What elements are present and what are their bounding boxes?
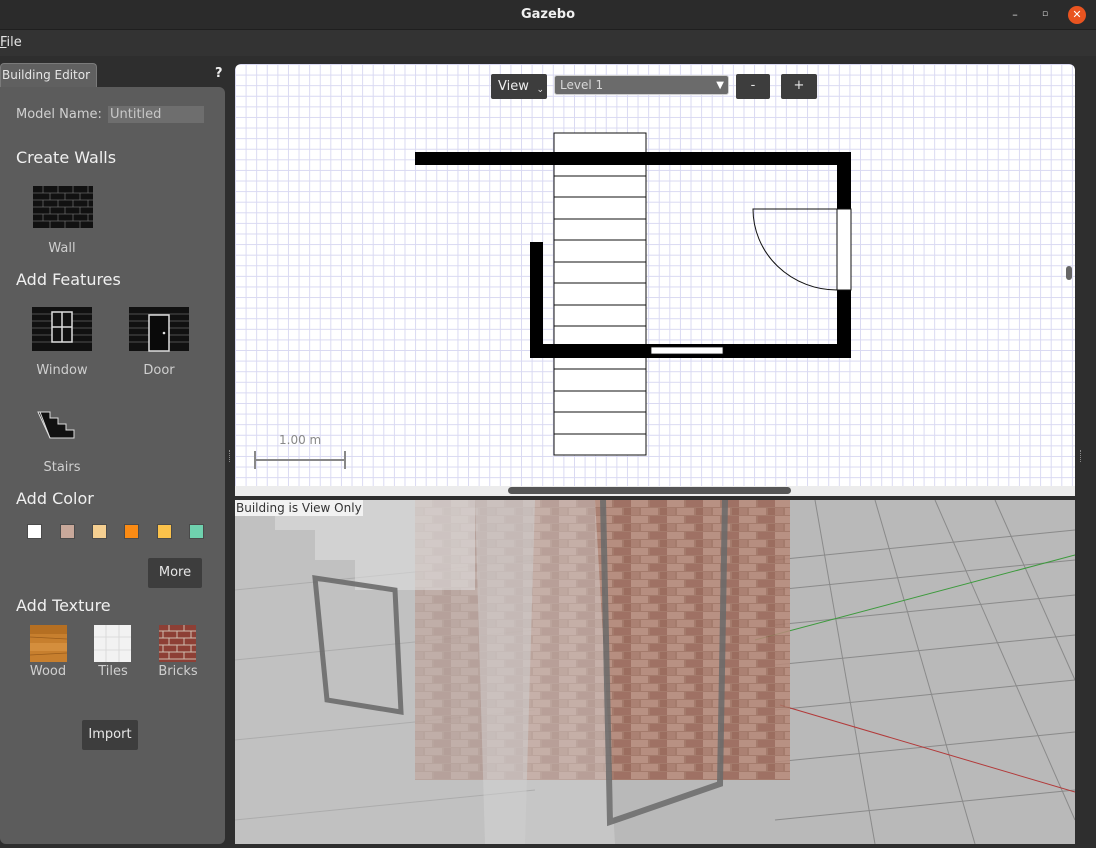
dropdown-arrow-icon: ▼	[716, 80, 724, 91]
bottom-border	[0, 844, 1096, 848]
floor-plan	[254, 132, 852, 469]
zoom-out-button[interactable]: -	[736, 74, 770, 99]
right-gutter	[1075, 64, 1087, 488]
minimize-button[interactable]: –	[1006, 6, 1024, 24]
bricks-texture-icon[interactable]	[159, 625, 196, 662]
menu-bar: File	[0, 30, 1096, 56]
menu-file-label: ile	[6, 35, 22, 50]
floor-plan-door[interactable]	[752, 208, 852, 291]
level-select[interactable]: Level 1 ▼	[554, 75, 729, 95]
more-colors-button[interactable]: More	[148, 558, 202, 588]
view-only-status: Building is View Only	[235, 500, 363, 516]
import-button[interactable]: Import	[82, 720, 138, 750]
panel-splitter-handle[interactable]	[229, 450, 231, 462]
wall-tool-icon[interactable]	[30, 184, 94, 230]
add-color-title: Add Color	[16, 489, 94, 508]
preview-3d-scene	[235, 500, 1075, 844]
floor-plan-stairs[interactable]	[553, 132, 647, 456]
color-swatch-mint[interactable]	[189, 524, 204, 539]
tiles-label: Tiles	[98, 664, 128, 679]
door-tool-icon[interactable]	[128, 306, 190, 352]
bricks-label: Bricks	[158, 664, 198, 679]
color-swatch-tan[interactable]	[92, 524, 107, 539]
color-swatch-amber[interactable]	[157, 524, 172, 539]
stairs-label: Stairs	[43, 460, 81, 475]
tab-building-editor[interactable]: Building Editor	[0, 63, 97, 87]
horizontal-scroll-thumb[interactable]	[508, 487, 791, 494]
floor-plan-window[interactable]	[650, 346, 724, 355]
close-button[interactable]: ✕	[1068, 6, 1086, 24]
view-dropdown[interactable]: View ⌄	[491, 74, 547, 99]
add-features-title: Add Features	[16, 270, 121, 289]
level-select-value: Level 1	[560, 78, 604, 92]
wall-label: Wall	[48, 241, 76, 256]
color-swatch-orange[interactable]	[124, 524, 139, 539]
stairs-tool-icon[interactable]	[36, 408, 80, 442]
wood-texture-icon[interactable]	[30, 625, 67, 662]
window-tool-icon[interactable]	[31, 306, 93, 352]
window-label: Window	[36, 363, 88, 378]
help-button[interactable]: ?	[215, 66, 223, 81]
add-texture-title: Add Texture	[16, 596, 111, 615]
menu-file[interactable]: File	[0, 35, 22, 50]
preview-3d-viewport[interactable]	[235, 500, 1075, 844]
scale-bar	[254, 451, 346, 469]
title-bar: Gazebo – ▫ ✕	[0, 0, 1096, 30]
door-label: Door	[143, 363, 175, 378]
tiles-texture-icon[interactable]	[94, 625, 131, 662]
vertical-scroll-thumb[interactable]	[1066, 266, 1072, 280]
chevron-down-icon: ⌄	[536, 85, 544, 95]
color-swatch-white[interactable]	[27, 524, 42, 539]
right-splitter-handle[interactable]	[1080, 450, 1082, 462]
zoom-in-button[interactable]: +	[781, 74, 817, 99]
maximize-button[interactable]: ▫	[1036, 6, 1054, 24]
editor-2d-canvas[interactable]: 1.00 m	[235, 64, 1075, 488]
model-name-field[interactable]	[108, 106, 204, 123]
view-dropdown-label: View	[498, 79, 529, 94]
model-name-label: Model Name:	[16, 107, 102, 122]
window-title: Gazebo	[520, 7, 576, 22]
create-walls-title: Create Walls	[16, 148, 117, 167]
color-swatch-rosy[interactable]	[60, 524, 75, 539]
scale-label: 1.00 m	[279, 433, 322, 447]
wood-label: Wood	[29, 664, 67, 679]
